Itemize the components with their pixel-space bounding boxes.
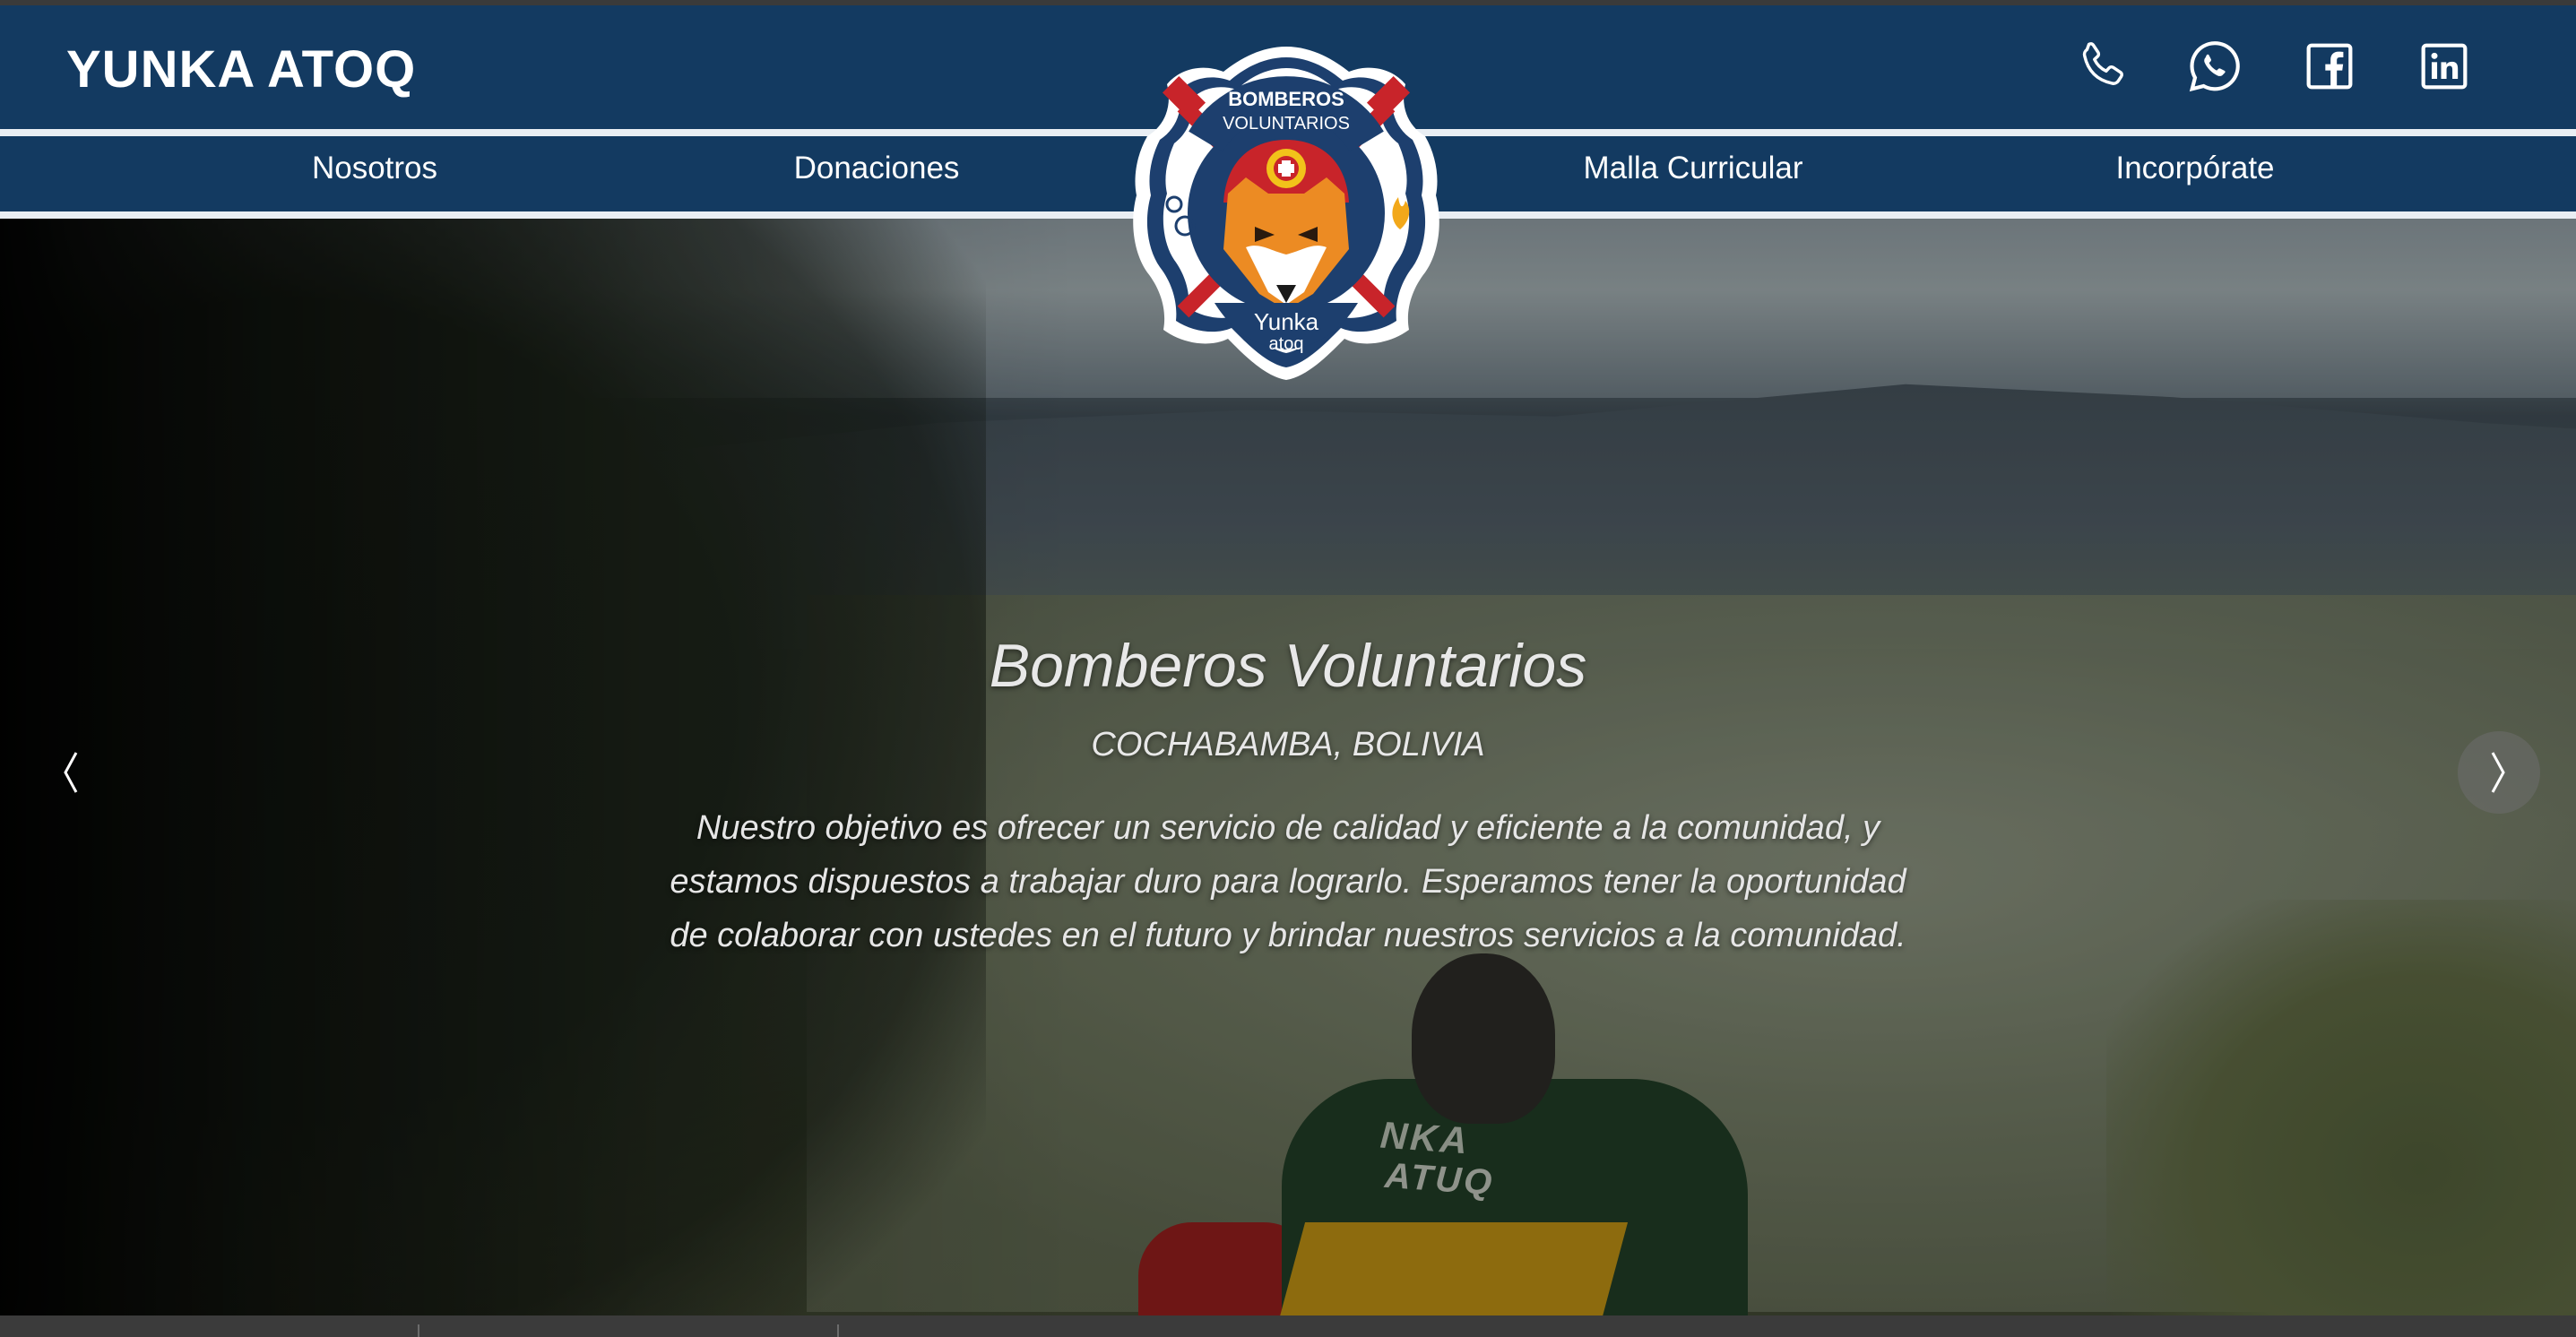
yunka-atoq-logo[interactable]: BOMBEROS VOLUNTARIOS Yunka atoq	[1120, 43, 1452, 384]
carousel-next-button[interactable]	[2458, 731, 2540, 814]
whatsapp-icon[interactable]	[2180, 34, 2250, 99]
phone-icon[interactable]	[2067, 34, 2137, 99]
nav-item-incorporate[interactable]: Incorpórate	[2115, 151, 2274, 186]
hero-title: Bomberos Voluntarios	[989, 632, 1587, 700]
facebook-icon[interactable]	[2295, 34, 2364, 99]
nav-item-malla-curricular[interactable]: Malla Curricular	[1583, 151, 1802, 186]
chevron-left-icon	[64, 752, 78, 793]
bottom-strip	[0, 1315, 2576, 1337]
page: YUNKA ATOQ Nosotros Donaciones Malla Cur…	[0, 0, 2576, 1337]
logo-name-line1: Yunka	[1254, 308, 1319, 335]
linkedin-icon[interactable]	[2409, 34, 2479, 99]
logo-arc-text: VOLUNTARIOS	[1223, 114, 1350, 134]
logo-top-text: BOMBEROS	[1228, 88, 1344, 110]
nav-item-nosotros[interactable]: Nosotros	[312, 151, 437, 186]
carousel-prev-button[interactable]	[29, 731, 111, 814]
hero-subtitle: COCHABAMBA, BOLIVIA	[1091, 726, 1485, 763]
chevron-right-icon	[2491, 752, 2505, 793]
nav-item-donaciones[interactable]: Donaciones	[794, 151, 960, 186]
hero-description: Nuestro objetivo es ofrecer un servicio …	[670, 809, 1906, 954]
bottom-divider	[418, 1324, 419, 1337]
logo-name-line2: atoq	[1269, 334, 1304, 354]
brand-title[interactable]: YUNKA ATOQ	[66, 39, 416, 99]
bottom-divider	[837, 1324, 839, 1337]
